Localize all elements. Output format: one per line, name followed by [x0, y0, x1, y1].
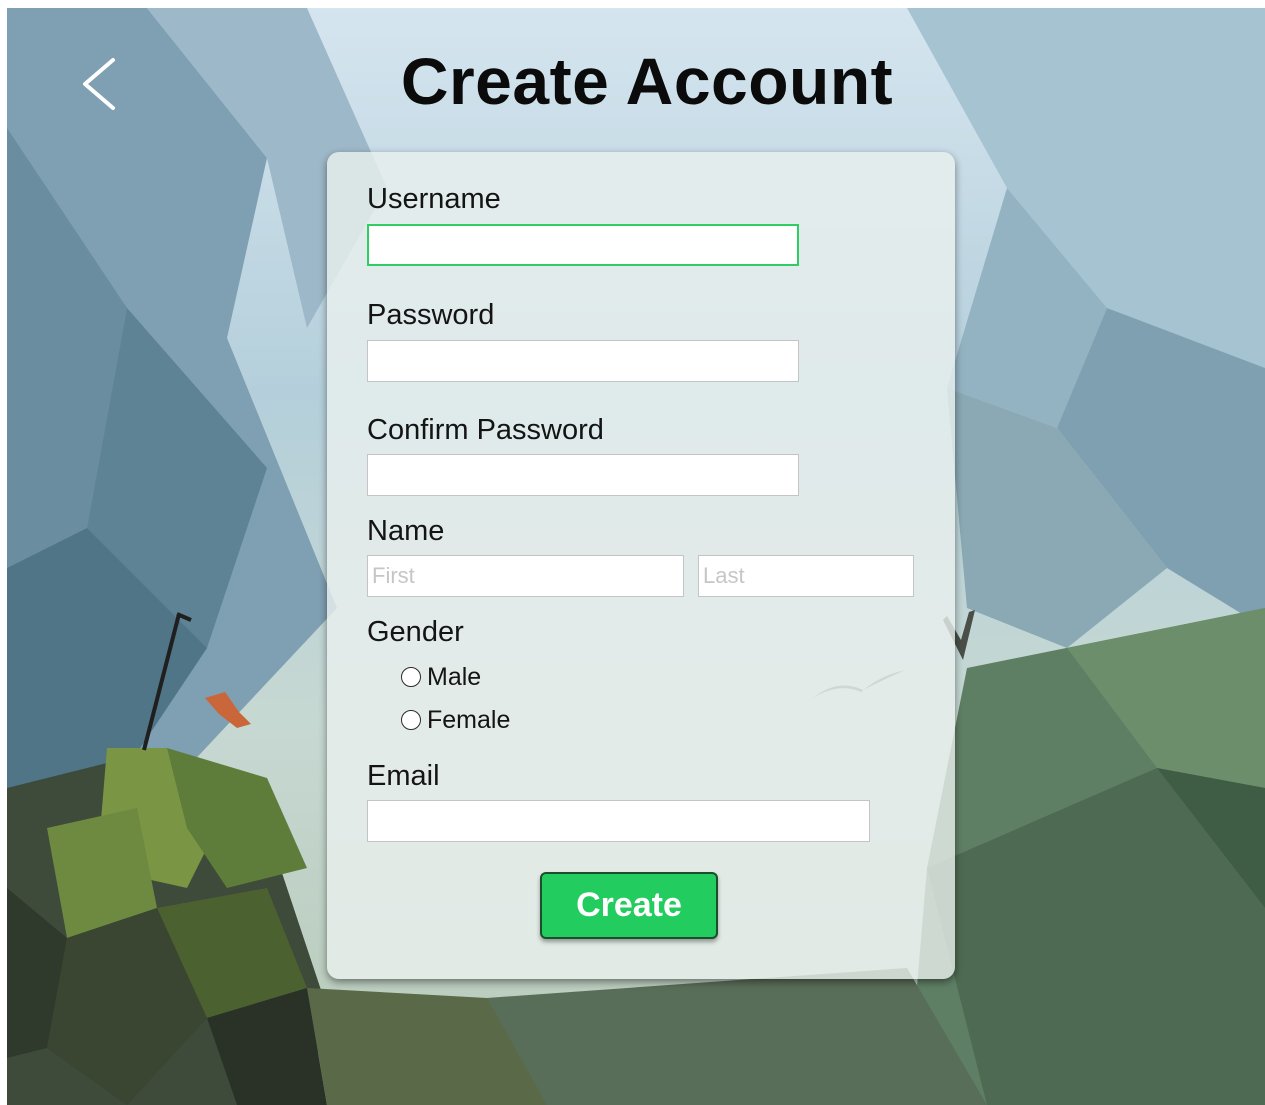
create-account-screen: Create Account Username Password Confirm… — [7, 8, 1265, 1105]
confirm-password-input[interactable] — [367, 454, 799, 496]
page-title: Create Account — [400, 44, 894, 118]
username-label: Username — [367, 183, 501, 215]
gender-label: Gender — [367, 616, 464, 648]
create-account-form: Username Password Confirm Password Name … — [327, 152, 955, 979]
female-radio-label: Female — [427, 705, 511, 734]
male-radio-button[interactable] — [401, 667, 421, 687]
password-input[interactable] — [367, 340, 799, 382]
female-radio-button[interactable] — [401, 710, 421, 730]
gender-option-male[interactable]: Male — [401, 661, 481, 693]
confirm-password-label: Confirm Password — [367, 414, 604, 446]
last-name-input[interactable] — [698, 555, 914, 597]
create-account-button[interactable]: Create — [540, 872, 718, 939]
email-label: Email — [367, 760, 440, 792]
first-name-input[interactable] — [367, 555, 684, 597]
email-input[interactable] — [367, 800, 870, 842]
back-chevron-icon[interactable] — [69, 52, 133, 116]
username-input[interactable] — [367, 224, 799, 266]
password-label: Password — [367, 299, 495, 331]
name-label: Name — [367, 515, 445, 547]
gender-option-female[interactable]: Female — [401, 704, 510, 736]
male-radio-label: Male — [427, 662, 482, 691]
